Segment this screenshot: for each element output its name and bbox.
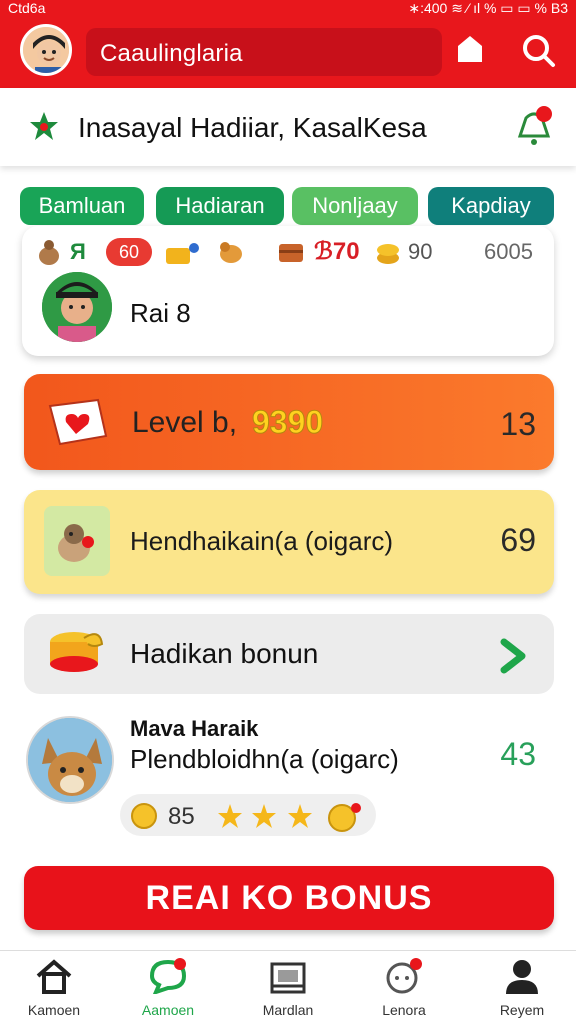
claim-bonus-button[interactable]: REAI KO BONUS xyxy=(24,866,554,930)
status-left-text: Ctd6a xyxy=(8,0,46,16)
bird-icon xyxy=(44,506,110,576)
message-bubble-icon xyxy=(384,958,424,994)
search-text: Caaulinglaria xyxy=(100,40,243,67)
badge-value: 60 xyxy=(106,238,152,266)
search-icon[interactable] xyxy=(520,32,556,68)
level-number: 13 xyxy=(500,406,536,442)
user-avatar[interactable] xyxy=(42,272,112,342)
chicken-icon xyxy=(216,238,246,266)
notification-bell-icon[interactable] xyxy=(512,104,556,148)
nav-item-messages[interactable]: Lenora xyxy=(354,958,454,1022)
star-icon-2 xyxy=(250,802,278,835)
user-name: Rai 8 xyxy=(130,298,191,328)
nav-label-home: Kamoen xyxy=(27,1002,81,1018)
profile-icon xyxy=(502,958,542,994)
nav-label-chat: Aamoen xyxy=(141,1002,195,1018)
chevron-right-icon[interactable] xyxy=(496,636,532,676)
stat-value-3: 6005 xyxy=(484,239,533,264)
level-score: 9390 xyxy=(251,404,324,441)
star-icon xyxy=(28,110,60,142)
chip-bamluan[interactable]: Bamluan xyxy=(20,187,144,225)
chip-nonljaay[interactable]: Nonljaay xyxy=(292,187,418,225)
gold-coin-icon xyxy=(324,800,364,837)
home-icon[interactable] xyxy=(452,32,488,68)
nav-label-messages: Lenora xyxy=(382,1002,426,1018)
nav-label-store: Mardlan xyxy=(262,1002,314,1018)
page-title: Inasayal Hadiiar, KasalKesa xyxy=(78,112,427,143)
friend-number: 43 xyxy=(500,736,536,772)
level-label: Level b, xyxy=(132,406,238,439)
status-right-text: ∗:400 ≋ ⁄ ıl % ▭ ▭ % B3 xyxy=(408,0,568,16)
gold-box-icon xyxy=(44,624,108,680)
friend-name: Mava Haraik xyxy=(130,716,259,741)
store-icon xyxy=(268,958,308,994)
chip-hadiaran[interactable]: Hadiaran xyxy=(156,187,284,225)
friend-subtitle: Plendbloidhn(a (oigarc) xyxy=(130,744,399,774)
nav-item-home[interactable]: Kamoen xyxy=(4,958,104,1022)
badge-letter: Я xyxy=(70,239,86,264)
chest-icon xyxy=(276,238,306,266)
coin-icon xyxy=(130,802,158,835)
nav-item-store[interactable]: Mardlan xyxy=(238,958,338,1022)
bonus-label: Hadikan bonun xyxy=(130,638,319,669)
star-icon-3 xyxy=(286,802,314,835)
coin-stack-icon xyxy=(374,238,402,266)
rating-value: 85 xyxy=(168,803,195,830)
reward-number: 69 xyxy=(500,522,536,558)
stat-value-1: ℬ70 xyxy=(314,238,360,265)
heart-badge-icon xyxy=(46,396,110,452)
chip-kapdiay[interactable]: Kapdiay xyxy=(428,187,554,225)
status-bar: Ctd6a ∗:400 ≋ ⁄ ıl % ▭ ▭ % B3 xyxy=(0,0,576,18)
profile-avatar[interactable] xyxy=(20,24,72,76)
star-icon-1 xyxy=(216,802,244,835)
bag-icon xyxy=(36,238,62,266)
nav-item-profile[interactable]: Reyem xyxy=(472,958,572,1022)
nav-item-chat[interactable]: Aamoen xyxy=(118,958,218,1022)
nav-label-profile: Reyem xyxy=(499,1002,545,1018)
gift-icon xyxy=(162,238,200,266)
friend-avatar[interactable] xyxy=(26,716,114,804)
chat-icon xyxy=(148,958,188,996)
reward-label: Hendhaikain(a (oigarc) xyxy=(130,526,394,556)
stat-value-2: 90 xyxy=(408,239,433,264)
home-nav-icon xyxy=(34,958,74,994)
